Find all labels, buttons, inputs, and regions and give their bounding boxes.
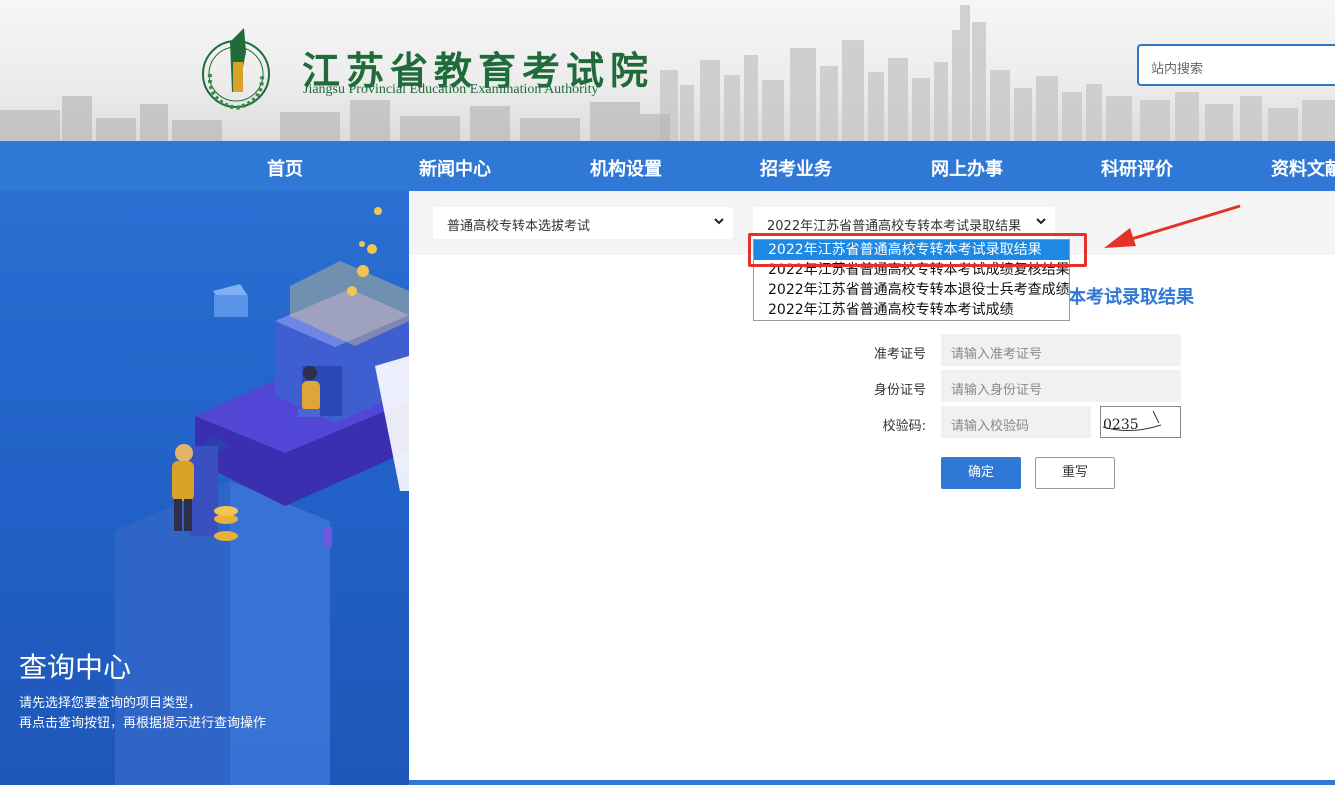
captcha-text: 0235 [1103,417,1139,433]
query-project-value: 2022年江苏省普通高校专转本考试录取结果 [767,219,1022,234]
footer-accent-line [409,780,1335,785]
captcha-image[interactable]: 0235 [1100,406,1181,438]
authority-emblem-logo [202,28,270,111]
query-center-desc-line2: 再点击查询按钮，再根据提示进行查询操作 [19,716,267,731]
highlight-box [748,233,1087,267]
site-header: 江苏省教育考试院 Jiangsu Provincial Education Ex… [0,0,1335,141]
dropdown-option-veteran-score[interactable]: 2022年江苏省普通高校专转本退役士兵考查成绩 [754,280,1070,300]
query-center-title: 查询中心 [19,651,132,684]
authority-name-en: Jiangsu Provincial Education Examination… [303,82,599,97]
dropdown-option-exam-score[interactable]: 2022年江苏省普通高校专转本考试成绩 [754,300,1069,320]
nav-online-services[interactable]: 网上办事 [931,155,1003,181]
exam-number-input[interactable]: 请输入准考证号 [941,334,1181,366]
exam-category-select[interactable]: 普通高校专转本选拔考试 [433,207,733,239]
nav-research[interactable]: 科研评价 [1101,155,1173,181]
exam-number-label: 准考证号 [873,347,926,362]
id-number-label: 身份证号 [873,383,926,398]
submit-button[interactable]: 确定 [941,457,1021,489]
captcha-input[interactable]: 请输入校验码 [941,406,1091,438]
reset-button[interactable]: 重写 [1035,457,1115,489]
query-result-title: 本考试录取结果 [1068,287,1194,308]
id-number-input[interactable]: 请输入身份证号 [941,370,1181,402]
chevron-down-icon [714,218,724,225]
exam-category-value: 普通高校专转本选拔考试 [447,219,591,234]
query-center-description: 请先选择您要查询的项目类型， 再点击查询按钮，再根据提示进行查询操作 [19,694,266,734]
site-search-input[interactable]: 站内搜索 [1137,44,1335,86]
nav-documents[interactable]: 资料文献 [1271,155,1335,181]
red-arrow-annotation [1104,204,1241,248]
chevron-down-icon [1035,214,1047,228]
nav-exam-business[interactable]: 招考业务 [760,155,832,181]
nav-home[interactable]: 首页 [267,155,303,181]
query-center-sidebar: 查询中心 请先选择您要查询的项目类型， 再点击查询按钮，再根据提示进行查询操作 [0,191,409,785]
captcha-glyphs: 0235 [1102,410,1162,433]
captcha-label: 校验码: [882,419,926,434]
nav-news-center[interactable]: 新闻中心 [419,155,491,181]
main-nav: 首页 新闻中心 机构设置 招考业务 网上办事 科研评价 资料文献 [0,141,1335,191]
nav-organization[interactable]: 机构设置 [590,155,662,181]
query-center-desc-line1: 请先选择您要查询的项目类型， [19,696,202,711]
